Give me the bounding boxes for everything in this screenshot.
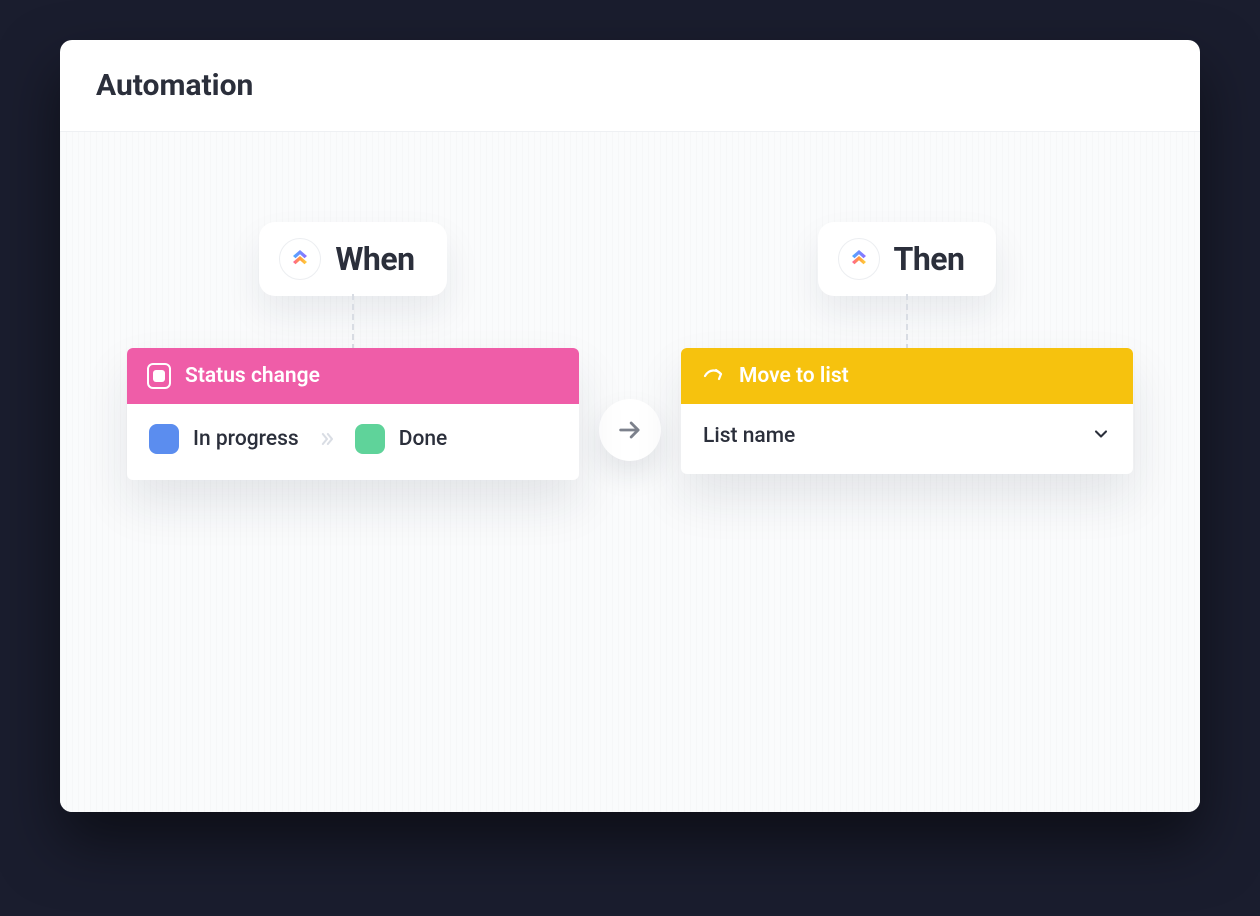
trigger-card-body: In progress Done bbox=[127, 404, 579, 480]
chevron-down-icon bbox=[1091, 424, 1111, 448]
chevron-right-icon bbox=[317, 429, 337, 449]
action-column: Then Move to list bbox=[681, 222, 1133, 474]
trigger-column: When Status change In progress bbox=[127, 222, 579, 480]
trigger-pill[interactable]: When bbox=[259, 222, 446, 296]
from-status-text: In progress bbox=[193, 427, 299, 451]
action-card-title: Move to list bbox=[739, 364, 849, 388]
clickup-logo-icon bbox=[838, 238, 880, 280]
panel-body: When Status change In progress bbox=[60, 132, 1200, 812]
status-change-icon bbox=[147, 364, 171, 388]
panel-title: Automation bbox=[96, 68, 1164, 103]
connector-line bbox=[352, 294, 354, 350]
automation-panel: Automation bbox=[60, 40, 1200, 812]
action-card-body: List name bbox=[681, 404, 1133, 474]
to-status-text: Done bbox=[399, 427, 448, 451]
list-select-label: List name bbox=[703, 424, 795, 448]
action-card[interactable]: Move to list List name bbox=[681, 348, 1133, 474]
list-select[interactable]: List name bbox=[703, 424, 1111, 448]
flow-row: When Status change In progress bbox=[108, 222, 1152, 480]
trigger-card-header: Status change bbox=[127, 348, 579, 404]
flow-arrow-icon bbox=[599, 399, 661, 461]
panel-header: Automation bbox=[60, 40, 1200, 132]
connector-line bbox=[906, 294, 908, 350]
trigger-label: When bbox=[335, 240, 414, 278]
action-card-header: Move to list bbox=[681, 348, 1133, 404]
trigger-card-title: Status change bbox=[185, 364, 320, 388]
action-label: Then bbox=[894, 240, 965, 278]
clickup-logo-icon bbox=[279, 238, 321, 280]
move-to-list-icon bbox=[701, 364, 725, 388]
action-pill[interactable]: Then bbox=[818, 222, 997, 296]
trigger-card[interactable]: Status change In progress Done bbox=[127, 348, 579, 480]
to-status-swatch bbox=[355, 424, 385, 454]
from-status-swatch bbox=[149, 424, 179, 454]
